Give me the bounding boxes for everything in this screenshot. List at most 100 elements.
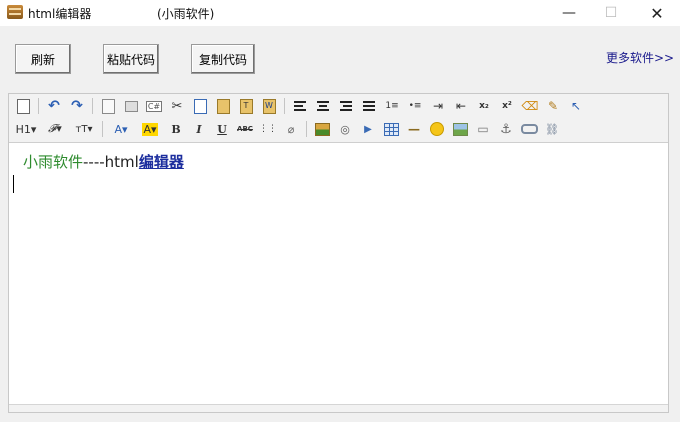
underline-button[interactable]: U bbox=[212, 119, 232, 139]
toolbar-separator bbox=[306, 121, 307, 137]
ordered-list-icon: 1≡ bbox=[385, 101, 399, 111]
line-height-button[interactable]: ⋮⋮ bbox=[258, 119, 278, 139]
copy-code-button[interactable]: 复制代码 bbox=[191, 44, 255, 74]
code-icon: C# bbox=[145, 100, 163, 112]
toolbar-row-2: H1▾ 𝓕▾ тT▾ A▾ A▾ B I U ABC ⋮⋮ ⌀ ◎ ▶ — ▭ … bbox=[13, 118, 565, 140]
underline-icon: U bbox=[217, 122, 227, 136]
align-left-icon bbox=[294, 101, 306, 111]
italic-button[interactable]: I bbox=[189, 119, 209, 139]
eraser-icon: ⌀ bbox=[287, 122, 295, 136]
text-caret bbox=[13, 175, 14, 193]
eraser-button[interactable]: ⌀ bbox=[281, 119, 301, 139]
link-button[interactable] bbox=[519, 119, 539, 139]
insert-flash-icon: ◎ bbox=[340, 122, 350, 136]
paste-code-button[interactable]: 粘贴代码 bbox=[103, 44, 159, 74]
redo-icon: ↷ bbox=[71, 98, 83, 114]
paste-button[interactable] bbox=[213, 96, 233, 116]
toolbar-row-1: ↶ ↷ C# ✂ T W 1≡ •≡ ⇥ ⇤ x₂ x² ⌫ ✎ ↖ bbox=[13, 95, 589, 117]
minimize-icon: — bbox=[562, 5, 576, 21]
copy-button[interactable] bbox=[190, 96, 210, 116]
align-center-icon bbox=[317, 101, 329, 111]
copy-icon bbox=[193, 98, 207, 114]
maximize-button[interactable]: ☐ bbox=[588, 0, 634, 26]
font-family-icon: 𝓕▾ bbox=[48, 122, 62, 135]
insert-image-icon bbox=[314, 122, 330, 136]
insert-media-icon: ▶ bbox=[364, 123, 372, 135]
source-icon bbox=[16, 98, 30, 114]
cut-icon: ✂ bbox=[171, 98, 183, 114]
bold-icon: B bbox=[171, 122, 181, 136]
paste-word-button[interactable]: W bbox=[259, 96, 279, 116]
ordered-list-button[interactable]: 1≡ bbox=[382, 96, 402, 116]
toolbar-separator bbox=[102, 121, 103, 137]
close-button[interactable]: ✕ bbox=[634, 0, 680, 26]
preview-button[interactable] bbox=[98, 96, 118, 116]
paste-word-icon: W bbox=[262, 98, 276, 114]
align-right-button[interactable] bbox=[336, 96, 356, 116]
outdent-button[interactable]: ⇤ bbox=[451, 96, 471, 116]
more-software-link[interactable]: 更多软件>> bbox=[606, 49, 674, 66]
subscript-button[interactable]: x₂ bbox=[474, 96, 494, 116]
align-center-button[interactable] bbox=[313, 96, 333, 116]
emoticon-button[interactable] bbox=[427, 119, 447, 139]
refresh-button[interactable]: 刷新 bbox=[15, 44, 71, 74]
editor-content[interactable]: 小雨软件----html编辑器 bbox=[9, 142, 668, 406]
select-all-icon: ↖ bbox=[570, 99, 582, 113]
strikethrough-button[interactable]: ABC bbox=[235, 119, 255, 139]
minimize-button[interactable]: — bbox=[546, 0, 592, 26]
insert-flash-button[interactable]: ◎ bbox=[335, 119, 355, 139]
select-all-button[interactable]: ↖ bbox=[566, 96, 586, 116]
font-color-button[interactable]: A▾ bbox=[108, 119, 134, 139]
image-manager-icon bbox=[452, 122, 468, 136]
title-bar: html编辑器 (小雨软件) — ☐ ✕ bbox=[0, 0, 680, 26]
code-button[interactable]: C# bbox=[144, 96, 164, 116]
insert-table-icon bbox=[383, 122, 399, 136]
window-title: html编辑器 bbox=[28, 7, 92, 21]
content-text-plain: ----html bbox=[83, 153, 139, 171]
unordered-list-button[interactable]: •≡ bbox=[405, 96, 425, 116]
heading-icon: H1▾ bbox=[15, 122, 37, 136]
justify-icon bbox=[363, 101, 375, 111]
toolbar-separator bbox=[284, 98, 285, 114]
justify-button[interactable] bbox=[359, 96, 379, 116]
outdent-icon: ⇤ bbox=[455, 99, 467, 113]
content-link[interactable]: 编辑器 bbox=[139, 153, 184, 171]
print-button[interactable] bbox=[121, 96, 141, 116]
anchor-button[interactable]: ⚓ bbox=[496, 119, 516, 139]
font-family-button[interactable]: 𝓕▾ bbox=[42, 119, 68, 139]
undo-button[interactable]: ↶ bbox=[44, 96, 64, 116]
preview-icon bbox=[101, 98, 115, 114]
page-break-button[interactable]: ▭ bbox=[473, 119, 493, 139]
bold-button[interactable]: B bbox=[166, 119, 186, 139]
insert-image-button[interactable] bbox=[312, 119, 332, 139]
close-icon: ✕ bbox=[650, 3, 664, 23]
insert-table-button[interactable] bbox=[381, 119, 401, 139]
line-height-icon: ⋮⋮ bbox=[259, 124, 277, 134]
editor-toolbar: ↶ ↷ C# ✂ T W 1≡ •≡ ⇥ ⇤ x₂ x² ⌫ ✎ ↖ H1▾ 𝓕… bbox=[9, 94, 668, 143]
html-editor: ↶ ↷ C# ✂ T W 1≡ •≡ ⇥ ⇤ x₂ x² ⌫ ✎ ↖ H1▾ 𝓕… bbox=[8, 93, 669, 413]
quick-format-button[interactable]: ✎ bbox=[543, 96, 563, 116]
font-size-button[interactable]: тT▾ bbox=[71, 119, 97, 139]
paste-text-button[interactable]: T bbox=[236, 96, 256, 116]
indent-icon: ⇥ bbox=[432, 99, 444, 113]
unlink-button[interactable]: ⛓ bbox=[542, 119, 562, 139]
content-line: 小雨软件----html编辑器 bbox=[23, 151, 184, 172]
unordered-list-icon: •≡ bbox=[408, 101, 422, 111]
superscript-button[interactable]: x² bbox=[497, 96, 517, 116]
clear-format-icon: ⌫ bbox=[521, 99, 539, 113]
align-left-button[interactable] bbox=[290, 96, 310, 116]
font-color-icon: A▾ bbox=[114, 122, 128, 136]
highlight-color-icon: A▾ bbox=[142, 122, 158, 136]
source-button[interactable] bbox=[13, 96, 33, 116]
app-icon bbox=[7, 5, 23, 19]
highlight-color-button[interactable]: A▾ bbox=[137, 119, 163, 139]
indent-button[interactable]: ⇥ bbox=[428, 96, 448, 116]
paste-icon bbox=[216, 98, 230, 114]
cut-button[interactable]: ✂ bbox=[167, 96, 187, 116]
horizontal-rule-button[interactable]: — bbox=[404, 119, 424, 139]
insert-media-button[interactable]: ▶ bbox=[358, 119, 378, 139]
redo-button[interactable]: ↷ bbox=[67, 96, 87, 116]
clear-format-button[interactable]: ⌫ bbox=[520, 96, 540, 116]
image-manager-button[interactable] bbox=[450, 119, 470, 139]
heading-button[interactable]: H1▾ bbox=[13, 119, 39, 139]
